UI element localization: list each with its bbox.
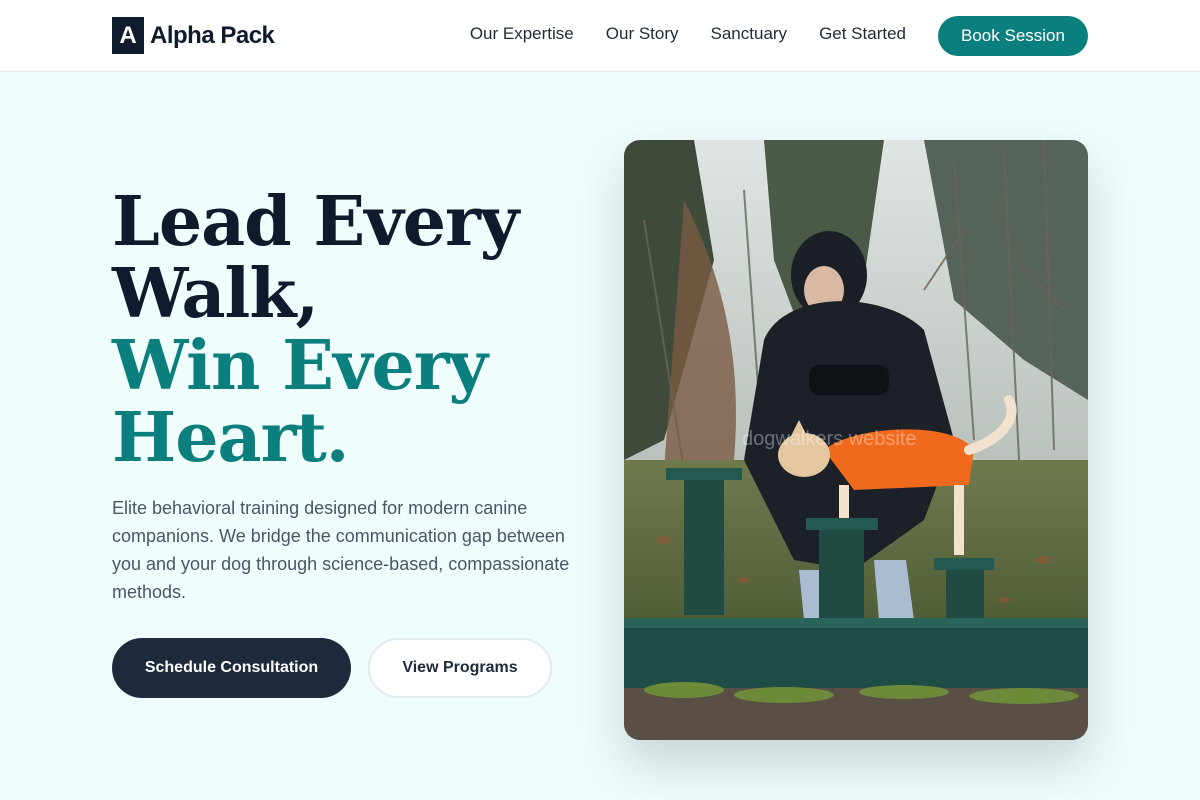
- hero-title-line-2: Walk,: [112, 254, 319, 334]
- view-programs-button[interactable]: View Programs: [368, 638, 552, 698]
- main-nav: Our Expertise Our Story Sanctuary Get St…: [470, 24, 906, 44]
- schedule-consultation-button[interactable]: Schedule Consultation: [112, 638, 351, 698]
- hero-title-accent-line-1: Win Every: [112, 326, 488, 406]
- brand-name: Alpha Pack: [150, 21, 275, 49]
- book-session-button[interactable]: Book Session: [938, 16, 1088, 56]
- hero-title-line-1: Lead Every: [112, 182, 519, 262]
- top-navbar: A Alpha Pack Our Expertise Our Story San…: [0, 0, 1200, 72]
- brand-logo[interactable]: A Alpha Pack: [112, 17, 275, 54]
- nav-link-our-story[interactable]: Our Story: [606, 24, 679, 44]
- nav-link-sanctuary[interactable]: Sanctuary: [711, 24, 788, 44]
- hero-title-accent-line-2: Heart.: [112, 398, 349, 478]
- nav-link-get-started[interactable]: Get Started: [819, 24, 906, 44]
- photo-watermark: dogwalkers website: [742, 428, 917, 450]
- hero-title: Lead Every Walk, Win Every Heart.: [112, 182, 519, 478]
- hero-photo: dogwalkers website: [624, 140, 1088, 740]
- hero-description: Elite behavioral training designed for m…: [112, 498, 570, 602]
- nav-link-our-expertise[interactable]: Our Expertise: [470, 24, 574, 44]
- logo-mark: A: [112, 17, 144, 54]
